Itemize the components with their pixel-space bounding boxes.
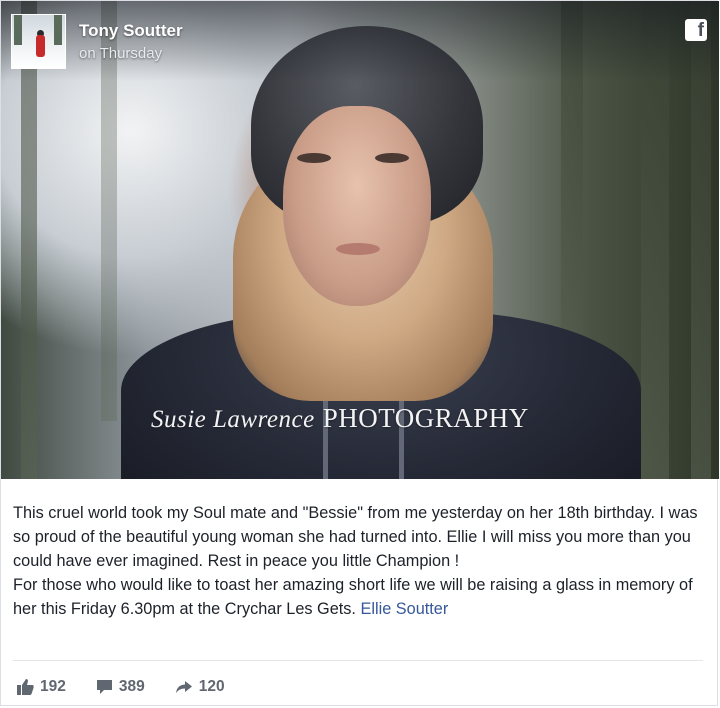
photo-eye: [297, 153, 331, 163]
mention-link[interactable]: Ellie Soutter: [361, 600, 449, 618]
post-paragraph: This cruel world took my Soul mate and "…: [13, 504, 698, 570]
shares-stat[interactable]: 120: [175, 678, 225, 696]
likes-stat[interactable]: 192: [17, 678, 66, 696]
avatar-skier: [36, 35, 45, 57]
share-arrow-icon: [175, 681, 192, 693]
comment-bubble-icon: [96, 680, 112, 694]
post-timestamp[interactable]: on Thursday: [79, 45, 162, 62]
facebook-icon[interactable]: f: [685, 19, 707, 41]
photo-eye: [375, 153, 409, 163]
likes-count: 192: [40, 678, 66, 695]
shares-count: 120: [198, 678, 225, 695]
avatar-tree: [54, 15, 62, 45]
post-message: This cruel world took my Soul mate and "…: [13, 501, 713, 621]
watermark-script: Susie Lawrence: [151, 406, 315, 433]
divider: [13, 660, 703, 661]
post-paragraph: For those who would like to toast her am…: [13, 573, 713, 621]
author-name[interactable]: Tony Soutter: [79, 21, 183, 41]
thumbs-up-icon: [17, 679, 34, 695]
photo-face: [283, 106, 431, 306]
avatar-tree: [14, 15, 22, 45]
comments-count: 389: [118, 678, 145, 695]
engagement-stats: 192 389 120: [17, 676, 255, 698]
photo-lips: [336, 243, 380, 255]
photo-watermark: Susie Lawrence PHOTOGRAPHY: [151, 403, 529, 434]
author-avatar[interactable]: [11, 14, 66, 69]
facebook-post-card: Susie Lawrence PHOTOGRAPHY Tony Soutter o…: [0, 0, 719, 706]
watermark-caps: PHOTOGRAPHY: [322, 403, 529, 433]
post-header-overlay: [1, 1, 719, 81]
post-paragraph-text: For those who would like to toast her am…: [13, 576, 693, 618]
comments-stat[interactable]: 389: [96, 678, 145, 696]
